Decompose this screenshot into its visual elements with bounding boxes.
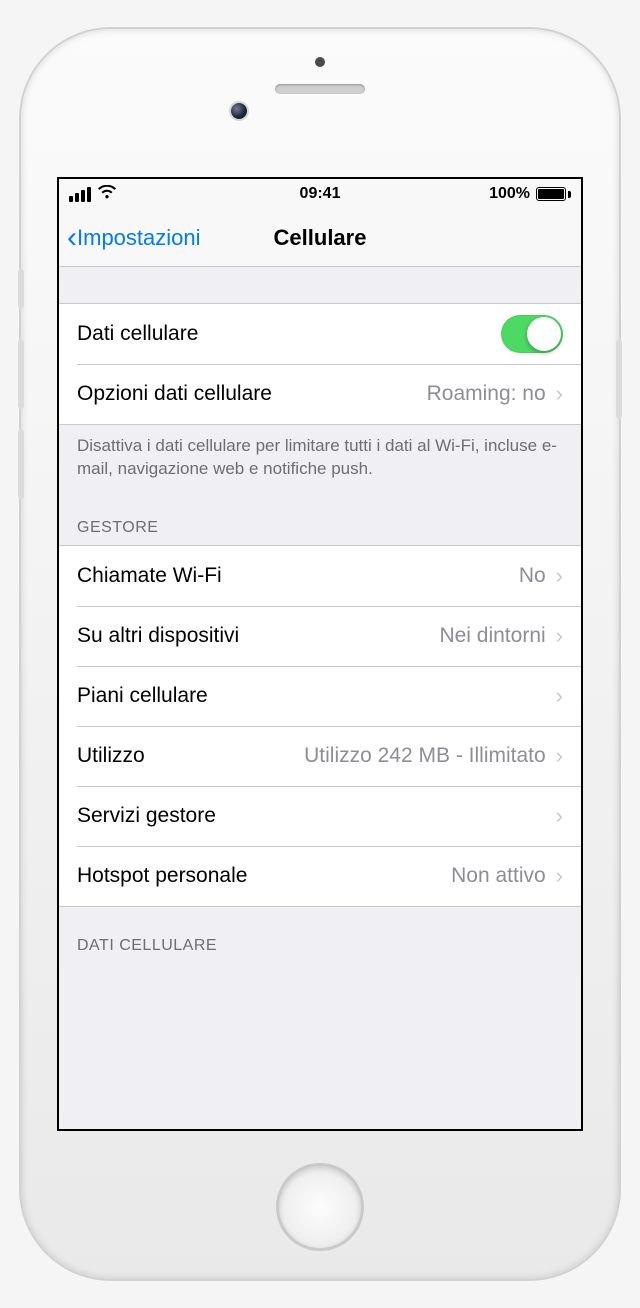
power-button — [616, 339, 622, 419]
carrier-services-label: Servizi gestore — [77, 804, 216, 828]
front-camera — [231, 103, 247, 119]
personal-hotspot-label: Hotspot personale — [77, 864, 247, 888]
carrier-services-row[interactable]: Servizi gestore › — [59, 786, 581, 846]
wifi-icon — [97, 184, 117, 202]
speaker-grille — [275, 84, 365, 94]
cellular-plans-label: Piani cellulare — [77, 684, 208, 708]
chevron-right-icon: › — [556, 743, 563, 769]
signal-icon — [69, 187, 91, 202]
screen: 09:41 100% ‹ Impostazioni Cellulare — [57, 177, 583, 1131]
home-button[interactable] — [276, 1163, 364, 1251]
battery-icon — [536, 187, 571, 201]
chevron-right-icon: › — [556, 683, 563, 709]
cellular-data-label: Dati cellulare — [77, 322, 198, 346]
sensor-dot — [315, 57, 325, 67]
volume-up-button — [18, 339, 24, 409]
status-time: 09:41 — [300, 185, 341, 203]
carrier-section-header: GESTORE — [59, 501, 581, 545]
other-devices-label: Su altri dispositivi — [77, 624, 239, 648]
wifi-calling-row[interactable]: Chiamate Wi-Fi No › — [59, 546, 581, 606]
chevron-right-icon: › — [556, 863, 563, 889]
personal-hotspot-row[interactable]: Hotspot personale Non attivo › — [59, 846, 581, 906]
wifi-calling-value: No — [519, 564, 546, 588]
cellular-data-row[interactable]: Dati cellulare — [59, 304, 581, 364]
side-button — [18, 269, 24, 309]
cellular-data-options-value: Roaming: no — [427, 382, 546, 406]
cellular-data-toggle[interactable] — [501, 315, 563, 353]
back-label: Impostazioni — [77, 225, 201, 251]
cellular-data-options-row[interactable]: Opzioni dati cellulare Roaming: no › — [59, 364, 581, 424]
chevron-right-icon: › — [556, 563, 563, 589]
chevron-right-icon: › — [556, 623, 563, 649]
page-title: Cellulare — [274, 225, 367, 251]
usage-row[interactable]: Utilizzo Utilizzo 242 MB - Illimitato › — [59, 726, 581, 786]
back-button[interactable]: ‹ Impostazioni — [67, 223, 201, 253]
usage-value: Utilizzo 242 MB - Illimitato — [304, 744, 546, 768]
chevron-right-icon: › — [556, 803, 563, 829]
usage-label: Utilizzo — [77, 744, 145, 768]
other-devices-row[interactable]: Su altri dispositivi Nei dintorni › — [59, 606, 581, 666]
cellular-data-options-label: Opzioni dati cellulare — [77, 382, 272, 406]
cellular-data-section-header: DATI CELLULARE — [59, 907, 581, 963]
cellular-data-group: Dati cellulare Opzioni dati cellulare Ro… — [59, 303, 581, 425]
other-devices-value: Nei dintorni — [439, 624, 545, 648]
personal-hotspot-value: Non attivo — [451, 864, 546, 888]
volume-down-button — [18, 429, 24, 499]
carrier-group: Chiamate Wi-Fi No › Su altri dispositivi… — [59, 545, 581, 907]
cellular-plans-row[interactable]: Piani cellulare › — [59, 666, 581, 726]
wifi-calling-label: Chiamate Wi-Fi — [77, 564, 222, 588]
nav-bar: ‹ Impostazioni Cellulare — [59, 209, 581, 267]
cellular-data-footer: Disattiva i dati cellulare per limitare … — [59, 425, 581, 501]
content-scroll[interactable]: Dati cellulare Opzioni dati cellulare Ro… — [59, 267, 581, 1129]
battery-percentage: 100% — [489, 185, 530, 203]
status-bar: 09:41 100% — [59, 179, 581, 209]
chevron-left-icon: ‹ — [67, 223, 77, 253]
chevron-right-icon: › — [556, 381, 563, 407]
phone-frame: 09:41 100% ‹ Impostazioni Cellulare — [21, 29, 619, 1279]
